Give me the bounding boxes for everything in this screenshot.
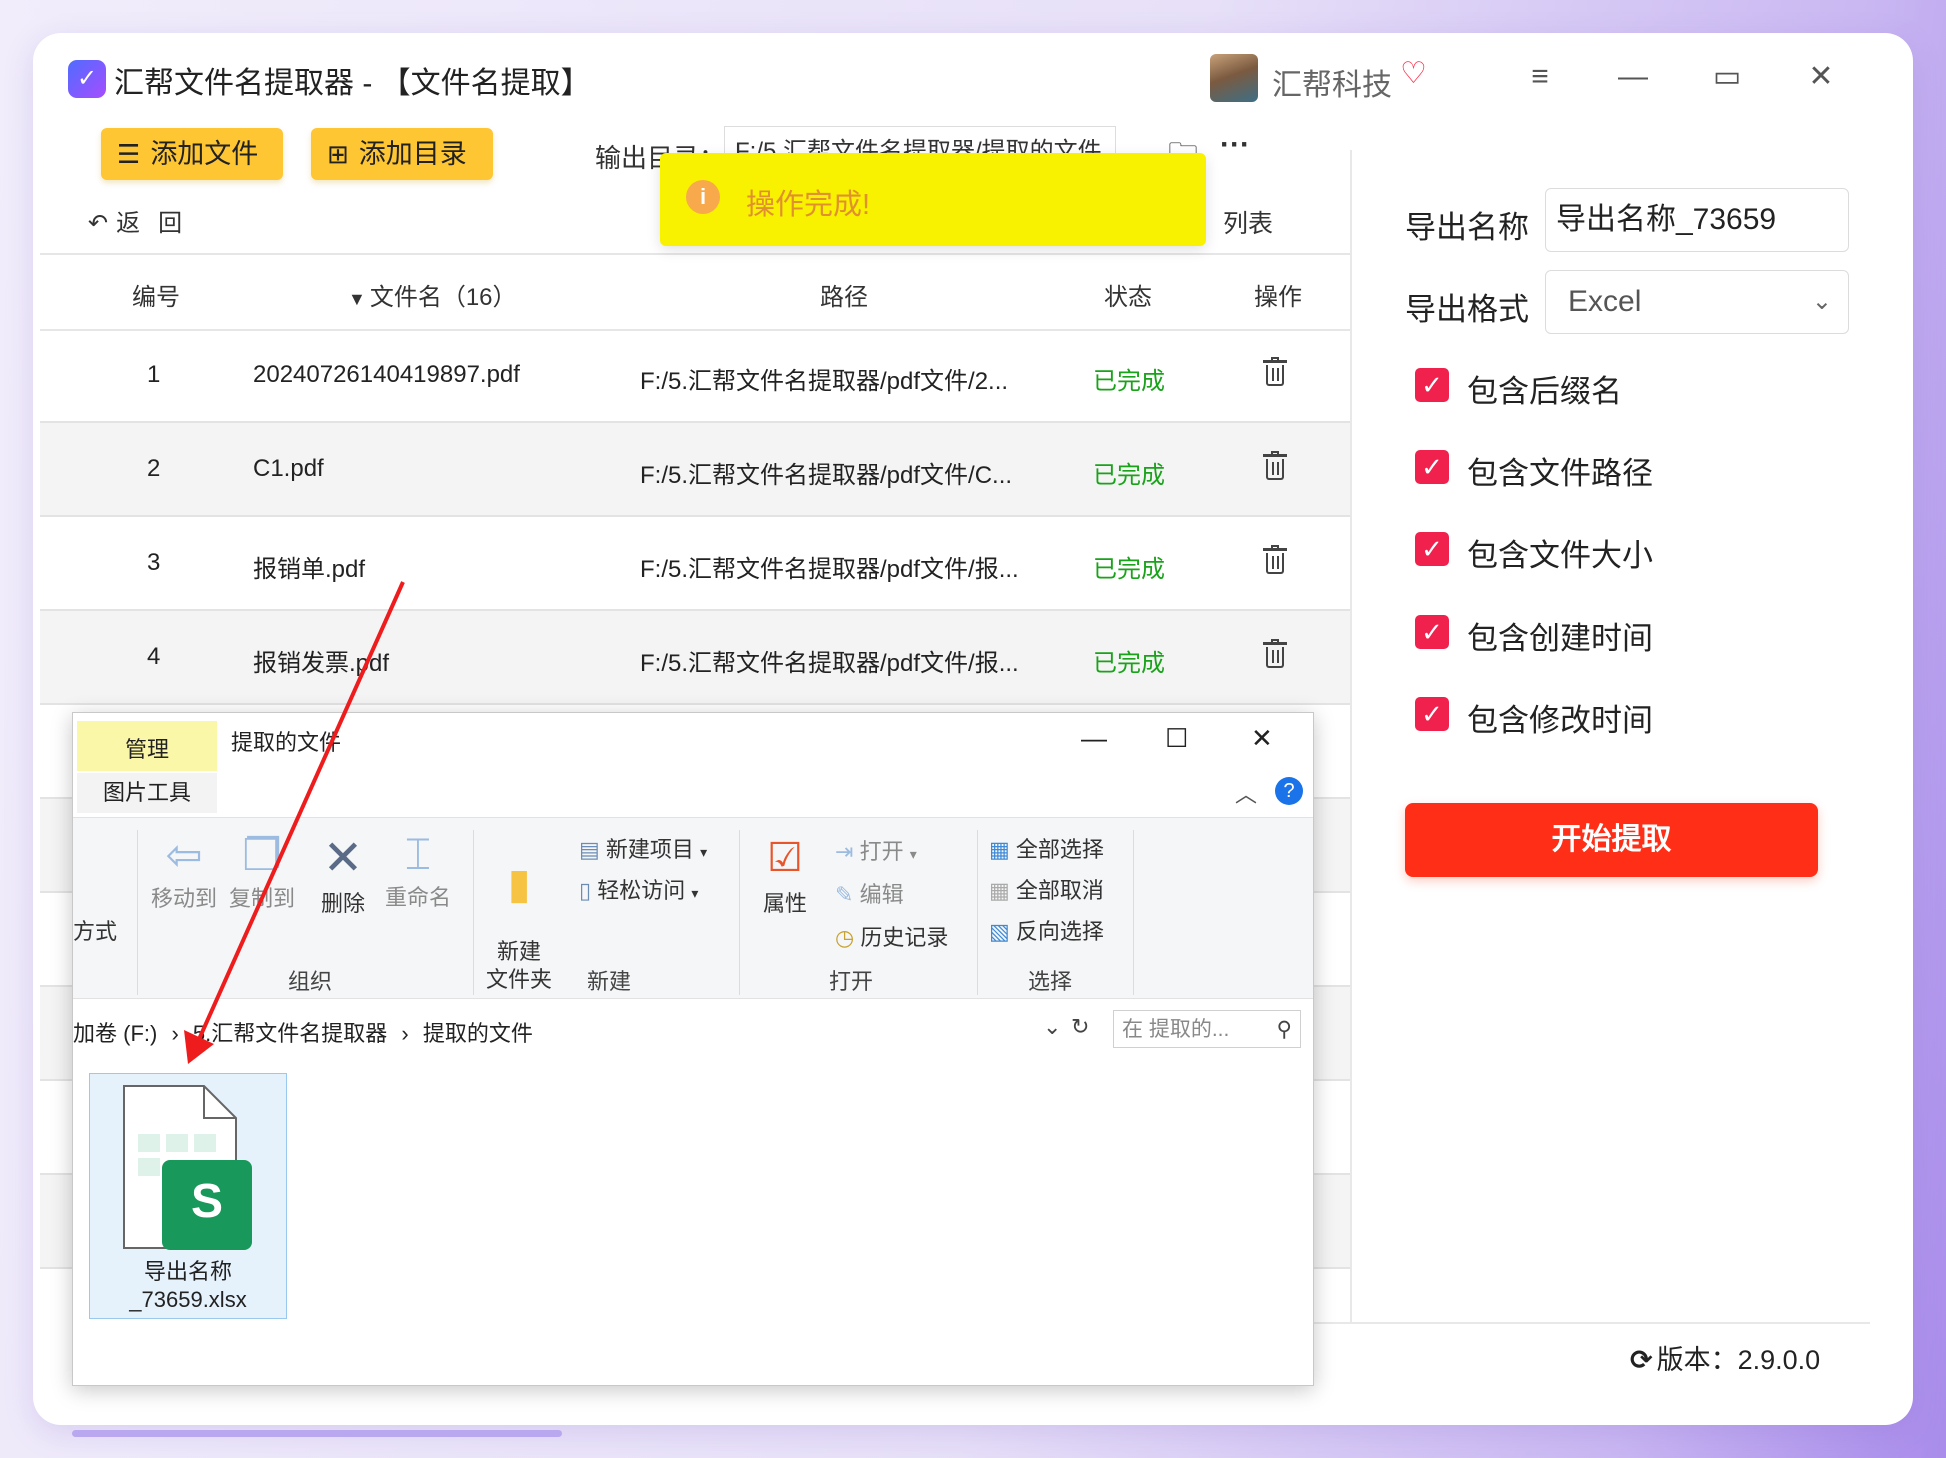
annotation-arrow bbox=[184, 581, 405, 1064]
